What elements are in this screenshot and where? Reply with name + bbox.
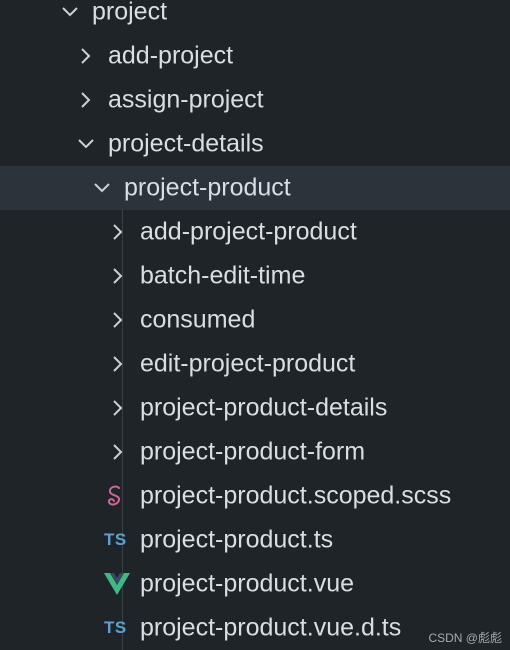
chevron-down-icon: [62, 7, 78, 17]
chevron-right-icon: [113, 224, 123, 240]
tree-item-add-project-product[interactable]: add-project-product: [0, 210, 510, 254]
tree-item-scss-file[interactable]: project-product.scoped.scss: [0, 474, 510, 518]
tree-item-label: project: [92, 0, 168, 26]
chevron-right-icon: [113, 356, 123, 372]
tree-item-label: batch-edit-time: [140, 261, 306, 290]
tree-item-label: project-product-details: [140, 393, 388, 422]
vue-icon: [104, 573, 130, 595]
tree-item-label: project-product.vue: [140, 569, 355, 598]
tree-item-vue-file[interactable]: project-product.vue: [0, 562, 510, 606]
tree-item-project-product-form[interactable]: project-product-form: [0, 430, 510, 474]
tree-item-add-project[interactable]: add-project: [0, 34, 510, 78]
tree-item-project-product[interactable]: project-product: [0, 166, 510, 210]
tree-item-label: project-details: [108, 129, 264, 158]
tree-item-edit-project-product[interactable]: edit-project-product: [0, 342, 510, 386]
tree-item-label: project-product.ts: [140, 525, 334, 554]
tree-item-project-details[interactable]: project-details: [0, 122, 510, 166]
tree-item-ts-file[interactable]: TS project-product.ts: [0, 518, 510, 562]
chevron-down-icon: [78, 139, 94, 149]
tree-item-label: project-product.scoped.scss: [140, 481, 452, 510]
chevron-right-icon: [81, 48, 91, 64]
tree-item-batch-edit-time[interactable]: batch-edit-time: [0, 254, 510, 298]
tree-item-label: add-project-product: [140, 217, 357, 246]
file-explorer-tree: project add-project assign-project proje…: [0, 0, 510, 650]
tree-item-label: edit-project-product: [140, 349, 356, 378]
typescript-icon: TS: [104, 618, 127, 637]
chevron-right-icon: [81, 92, 91, 108]
chevron-right-icon: [113, 312, 123, 328]
tree-item-label: project-product-form: [140, 437, 366, 466]
tree-item-label: assign-project: [108, 85, 264, 114]
chevron-right-icon: [113, 268, 123, 284]
tree-item-label: add-project: [108, 41, 234, 70]
chevron-right-icon: [113, 444, 123, 460]
tree-item-project-product-details[interactable]: project-product-details: [0, 386, 510, 430]
tree-item-consumed[interactable]: consumed: [0, 298, 510, 342]
watermark: CSDN @彪彪: [428, 631, 502, 645]
tree-item-label: project-product.vue.d.ts: [140, 613, 402, 642]
tree-item-project[interactable]: project: [0, 0, 510, 34]
sass-icon: [107, 485, 121, 506]
chevron-down-icon: [94, 183, 110, 193]
chevron-right-icon: [113, 400, 123, 416]
tree-item-label: consumed: [140, 305, 256, 334]
typescript-icon: TS: [104, 530, 127, 549]
tree-item-assign-project[interactable]: assign-project: [0, 78, 510, 122]
tree-item-label: project-product: [124, 173, 291, 202]
